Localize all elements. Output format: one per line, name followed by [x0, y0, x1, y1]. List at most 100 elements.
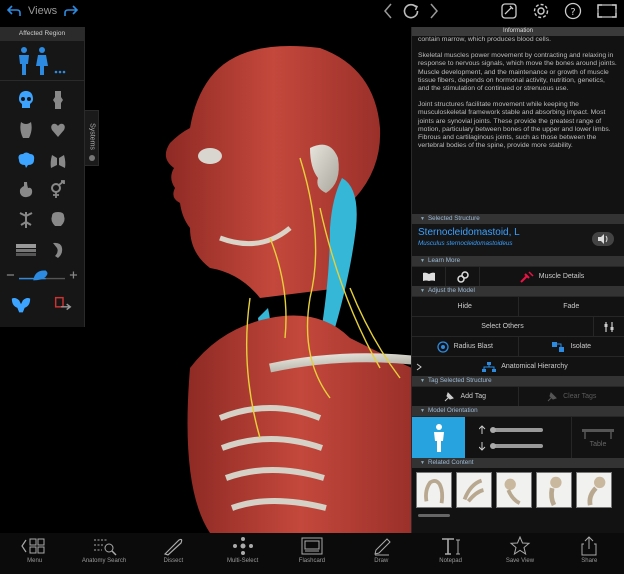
skeletal-system-button[interactable] — [10, 89, 42, 111]
back-arrow-icon — [6, 5, 21, 16]
cross-section-icon[interactable] — [52, 294, 74, 316]
more-icon[interactable] — [53, 46, 67, 76]
draw-button[interactable]: Draw — [347, 533, 416, 574]
hierarchy-row[interactable]: Anatomical Hierarchy — [412, 356, 624, 376]
forward-arrow-icon[interactable] — [63, 5, 79, 17]
layer-slider-track[interactable] — [18, 265, 66, 285]
settings-gear-icon[interactable] — [532, 2, 550, 20]
endocrine-system-button[interactable] — [42, 209, 74, 231]
nervous-system-button[interactable] — [10, 149, 42, 171]
edit-view-icon[interactable] — [500, 2, 518, 20]
related-thumbnail[interactable] — [536, 472, 572, 508]
pelvis-icon[interactable] — [10, 294, 32, 316]
respiratory-system-button[interactable] — [42, 149, 74, 171]
share-icon — [581, 536, 597, 556]
male-body-icon[interactable] — [17, 46, 31, 76]
ligaments-system-button[interactable] — [42, 89, 74, 111]
related-thumbnail[interactable] — [456, 472, 492, 508]
flashcard-button[interactable]: Flashcard — [277, 533, 346, 574]
plus-icon[interactable] — [69, 270, 78, 280]
radius-blast-icon — [436, 340, 449, 353]
prone-figure-icon[interactable] — [479, 441, 549, 451]
notepad-button[interactable]: Notepad — [416, 533, 485, 574]
collapse-triangle-icon: ▼ — [420, 216, 425, 222]
lymphatic-system-button[interactable] — [10, 209, 42, 231]
gender-symbols-icon — [51, 180, 65, 198]
section-related-content[interactable]: ▼ Related Content — [412, 458, 624, 468]
multi-select-icon — [232, 537, 253, 555]
information-header: Information — [412, 27, 624, 36]
layer-slider[interactable] — [0, 261, 84, 289]
multi-select-button[interactable]: Multi-Select — [208, 533, 277, 574]
collapse-triangle-icon: ▼ — [420, 258, 425, 264]
views-button[interactable]: Views — [6, 2, 79, 20]
heart-icon — [51, 123, 65, 137]
menu-button[interactable]: Menu — [0, 533, 69, 574]
info-paragraph: contain marrow, which produces blood cel… — [418, 36, 551, 43]
pronunciation-speaker-icon[interactable] — [592, 232, 614, 246]
upright-orientation-button[interactable] — [412, 417, 465, 458]
table-toggle[interactable]: Table — [572, 417, 624, 458]
related-thumbnail[interactable] — [496, 472, 532, 508]
next-view-icon[interactable] — [430, 3, 438, 19]
select-others-button[interactable]: Select Others — [412, 317, 594, 336]
clear-tags-button[interactable]: Clear Tags — [519, 387, 624, 406]
systems-grid — [0, 81, 84, 261]
section-selected-structure[interactable]: ▼ Selected Structure — [412, 214, 624, 224]
muscle-layer-button[interactable] — [42, 239, 74, 261]
reproductive-system-button[interactable] — [42, 179, 74, 201]
affected-region-selector[interactable] — [0, 41, 84, 81]
table-icon — [582, 429, 614, 439]
isolate-button[interactable]: Isolate — [519, 337, 624, 356]
muscular-system-button[interactable] — [10, 119, 42, 141]
clear-tags-icon — [547, 391, 558, 401]
muscle-details-button[interactable]: Muscle Details — [480, 267, 624, 286]
text-tool-icon — [441, 538, 460, 555]
fade-button[interactable]: Fade — [519, 297, 624, 316]
related-thumbnail[interactable] — [576, 472, 612, 508]
selected-structure[interactable]: Sternocleidomastoid, L Musculus sternocl… — [412, 224, 624, 256]
supine-figure-icon[interactable] — [479, 424, 549, 435]
help-icon[interactable]: ? — [564, 2, 582, 20]
add-tag-button[interactable]: Add Tag — [412, 387, 519, 406]
fullscreen-icon[interactable] — [596, 2, 618, 20]
eye[interactable] — [198, 148, 222, 164]
anatomical-hierarchy-button[interactable]: Anatomical Hierarchy — [426, 357, 624, 376]
female-body-icon[interactable] — [35, 46, 49, 76]
minus-icon[interactable] — [6, 270, 15, 280]
section-tag-structure[interactable]: ▼ Tag Selected Structure — [412, 376, 624, 386]
systems-tab[interactable]: Systems — [85, 110, 99, 166]
save-view-button[interactable]: Save View — [485, 533, 554, 574]
select-options-button[interactable] — [594, 317, 624, 336]
select-others-label: Select Others — [481, 323, 524, 330]
radius-blast-button[interactable]: Radius Blast — [412, 337, 519, 356]
section-learn-more[interactable]: ▼ Learn More — [412, 256, 624, 266]
expand-chevron[interactable] — [412, 357, 426, 376]
open-book-button[interactable] — [412, 267, 446, 286]
menu-grid-icon — [20, 538, 45, 554]
reset-view-icon[interactable] — [402, 2, 420, 20]
toolbar-label: Share — [581, 558, 598, 564]
dissect-button[interactable]: Dissect — [139, 533, 208, 574]
views-label: Views — [28, 5, 58, 17]
related-scroll-indicator[interactable] — [418, 514, 450, 517]
skin-system-button[interactable] — [10, 239, 42, 261]
anatomy-3d-model[interactable] — [150, 38, 412, 533]
anatomy-search-button[interactable]: Anatomy Search — [69, 533, 138, 574]
related-thumbnail[interactable] — [416, 472, 452, 508]
flashcard-icon — [301, 537, 323, 555]
stomach-icon — [19, 182, 33, 198]
section-adjust-model[interactable]: ▼ Adjust the Model — [412, 286, 624, 296]
standing-figure-icon — [433, 423, 444, 452]
hide-button[interactable]: Hide — [412, 297, 519, 316]
section-label: Adjust the Model — [427, 287, 475, 294]
digestive-system-button[interactable] — [10, 179, 42, 201]
cardiovascular-system-button[interactable] — [42, 119, 74, 141]
share-button[interactable]: Share — [555, 533, 624, 574]
brain-icon — [18, 152, 35, 168]
previous-view-icon[interactable] — [384, 3, 392, 19]
related-links-button[interactable] — [446, 267, 480, 286]
top-bar: Views ? — [0, 0, 624, 22]
section-model-orientation[interactable]: ▼ Model Orientation — [412, 406, 624, 416]
tag-row: Add Tag Clear Tags — [412, 386, 624, 406]
